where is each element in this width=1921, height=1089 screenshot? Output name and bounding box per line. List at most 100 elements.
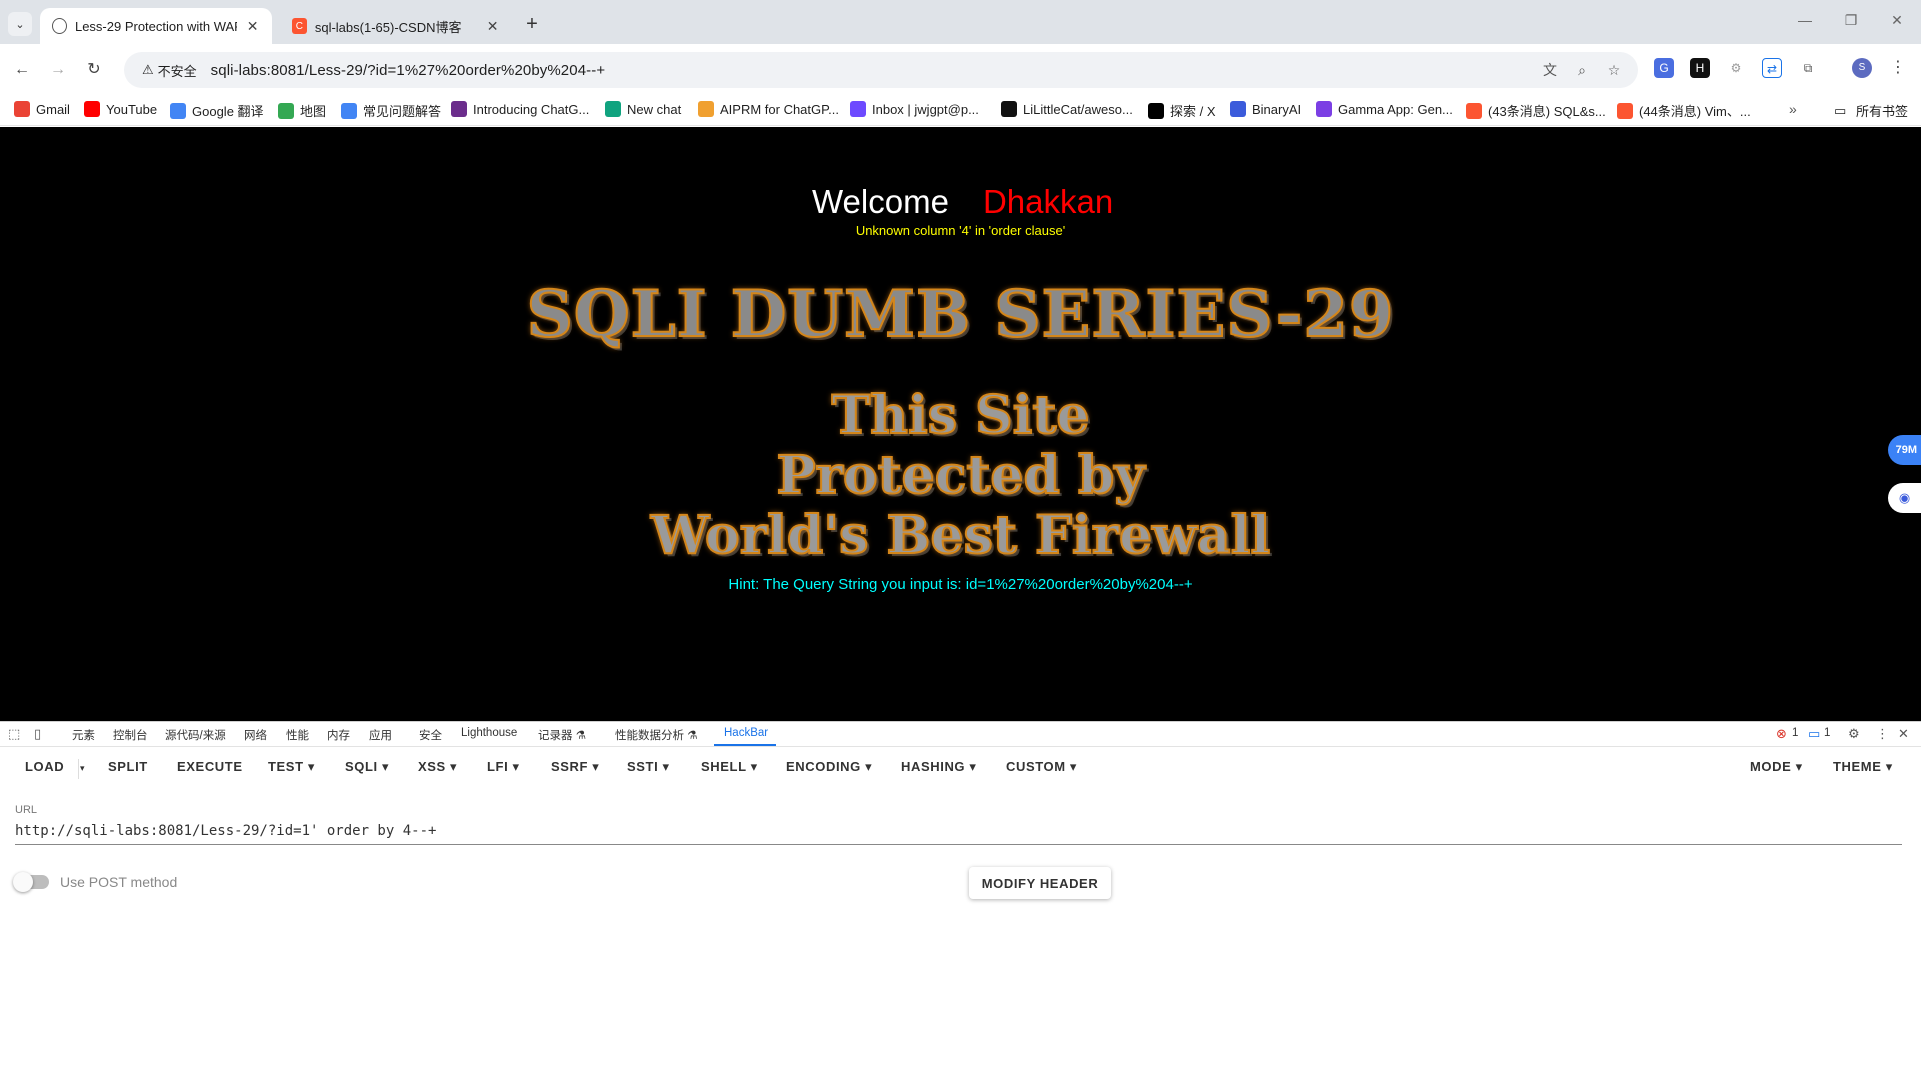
settings-gear-icon[interactable]: ⚙ (1848, 726, 1860, 742)
window-close-icon[interactable]: ✕ (1882, 12, 1912, 29)
close-icon[interactable]: ✕ (245, 18, 260, 35)
hackbar-menu-ssti[interactable]: SSTI ▾ (627, 759, 670, 775)
hackbar-menu-sqli[interactable]: SQLI ▾ (345, 759, 389, 775)
bookmark-item[interactable]: Gamma App: Gen... (1316, 101, 1453, 117)
github-icon (1001, 101, 1017, 117)
hackbar-menu-split[interactable]: SPLIT (108, 759, 148, 774)
hackbar-menu-ssrf[interactable]: SSRF ▾ (551, 759, 599, 775)
tab-csdn[interactable]: C sql-labs(1-65)-CSDN博客 ✕ (280, 8, 512, 44)
devtools-tab[interactable]: 控制台 (113, 727, 148, 743)
firewall-line-3: World's Best Firewall (650, 504, 1271, 567)
devtools-tab[interactable]: 记录器 ⚗ (538, 727, 586, 743)
devtools-tab[interactable]: 应用 (369, 727, 392, 743)
gamma-icon (1316, 101, 1332, 117)
hackbar-menu-load[interactable]: LOAD (25, 759, 64, 774)
devtools-close-icon[interactable]: ✕ (1898, 726, 1909, 742)
inspect-element-icon[interactable]: ⬚ (8, 726, 20, 742)
chevron-down-icon: ⌄ (15, 18, 25, 31)
bookmark-item[interactable]: Gmail (14, 101, 70, 117)
hackbar-menu-hashing[interactable]: HASHING ▾ (901, 759, 977, 775)
sync-extension-icon[interactable]: ⇄ (1762, 58, 1782, 78)
bookmark-item[interactable]: AIPRM for ChatGP... (698, 101, 839, 117)
theme-menu[interactable]: THEME ▾ (1833, 759, 1893, 775)
minimize-icon[interactable]: — (1790, 12, 1820, 28)
bookmark-item[interactable]: Introducing ChatG... (451, 101, 589, 117)
modify-header-button[interactable]: MODIFY HEADER (969, 867, 1111, 899)
post-method-toggle[interactable] (13, 872, 49, 892)
bookmark-label: Google 翻译 (192, 104, 264, 119)
bookmark-item[interactable]: Inbox | jwjgpt@p... (850, 101, 979, 117)
security-chip[interactable]: ⚠ 不安全 (134, 57, 205, 83)
bookmark-item[interactable]: 地图 (278, 101, 326, 120)
devtools-tab[interactable]: 性能数据分析 ⚗ (615, 727, 698, 743)
bookmark-item[interactable]: 常见问题解答 (341, 101, 441, 120)
tab-search-button[interactable]: ⌄ (8, 12, 32, 36)
hackbar-menu-lfi[interactable]: LFI ▾ (487, 759, 520, 775)
x-icon (1148, 102, 1164, 119)
bookmark-item[interactable]: BinaryAI (1230, 101, 1301, 117)
bookmark-label: Introducing ChatG... (473, 101, 590, 117)
load-dropdown-icon[interactable]: ▾ (80, 763, 85, 774)
devtools-tab[interactable]: 元素 (72, 727, 95, 743)
mode-menu[interactable]: MODE ▾ (1750, 759, 1803, 775)
translate-icon (170, 102, 186, 119)
side-assistant-icon[interactable]: ◉ (1888, 483, 1921, 513)
devtools-tab[interactable]: 内存 (327, 727, 350, 743)
restore-icon[interactable]: ❐ (1836, 12, 1866, 29)
extension-icon[interactable]: ⚙ (1726, 58, 1746, 78)
message-icon[interactable]: ▭ (1808, 726, 1820, 742)
hackbar-menu-execute[interactable]: EXECUTE (177, 759, 243, 774)
bookmark-item[interactable]: New chat (605, 101, 681, 117)
doc-icon (341, 102, 357, 119)
close-icon[interactable]: ✕ (485, 18, 500, 35)
device-toggle-icon[interactable]: ▯ (34, 726, 41, 742)
back-icon[interactable]: ← (10, 58, 34, 82)
message-count[interactable]: 1 (1824, 727, 1830, 739)
new-tab-button[interactable]: + (520, 14, 544, 34)
bookmarks-overflow-icon[interactable]: » (1789, 101, 1797, 117)
hackbar-menu-encoding[interactable]: ENCODING ▾ (786, 759, 872, 775)
bookmark-label: BinaryAI (1252, 101, 1302, 117)
translate-extension-icon[interactable]: G (1654, 58, 1674, 78)
series-title-image: SQLI DUMB SERIES-29 (526, 276, 1395, 353)
url-textarea[interactable]: http://sqli-labs:8081/Less-29/?id=1' ord… (15, 821, 1902, 845)
zoom-icon[interactable]: ⌕ (1572, 60, 1592, 80)
hackbar-menu-xss[interactable]: XSS ▾ (418, 759, 457, 775)
devtools-tab[interactable]: 源代码/来源 (165, 727, 226, 743)
bookmark-label: 探索 / X (1170, 104, 1216, 119)
hackbar-menu-test[interactable]: TEST ▾ (268, 759, 315, 775)
tab-less29[interactable]: Less-29 Protection with WAF ✕ (40, 8, 272, 44)
error-icon[interactable]: ⊗ (1776, 726, 1787, 742)
hackbar-extension-icon[interactable]: H (1690, 58, 1710, 78)
bookmark-item[interactable]: (44条消息) Vim、... (1617, 101, 1751, 120)
devtools-tab[interactable]: 性能 (286, 727, 309, 743)
menu-kebab-icon[interactable]: ⋮ (1888, 58, 1908, 78)
folder-icon: ▭ (1834, 102, 1847, 118)
devtools-tab[interactable]: 网络 (244, 727, 267, 743)
error-count[interactable]: 1 (1792, 727, 1798, 739)
bookmark-label: YouTube (106, 101, 158, 117)
bookmark-item[interactable]: 探索 / X (1148, 101, 1216, 120)
side-memory-badge[interactable]: 79M (1888, 435, 1921, 465)
devtools-tab[interactable]: Lighthouse (461, 727, 517, 739)
url-text[interactable]: sqli-labs:8081/Less-29/?id=1%27%20order%… (211, 62, 606, 79)
address-bar[interactable]: ⚠ 不安全 sqli-labs:8081/Less-29/?id=1%27%20… (124, 52, 1638, 88)
hackbar-menu-custom[interactable]: CUSTOM ▾ (1006, 759, 1077, 775)
bookmark-item[interactable]: YouTube (84, 101, 157, 117)
devtools-menu-icon[interactable]: ⋮ (1876, 726, 1889, 742)
bookmark-item[interactable]: (43条消息) SQL&s... (1466, 101, 1606, 120)
puzzle-icon[interactable]: ⧉ (1798, 58, 1818, 78)
forward-icon[interactable]: → (46, 58, 70, 82)
devtools-tab[interactable]: 安全 (419, 727, 442, 743)
bookmark-item[interactable]: LiLittleCat/aweso... (1001, 101, 1133, 117)
devtools-tab[interactable]: HackBar (724, 727, 768, 739)
bookmark-star-icon[interactable]: ☆ (1604, 60, 1624, 80)
profile-avatar[interactable]: S (1852, 58, 1872, 78)
translate-icon[interactable]: 文 (1540, 60, 1560, 80)
hackbar-menu-shell[interactable]: SHELL ▾ (701, 759, 758, 775)
all-bookmarks[interactable]: ▭ 所有书签 (1834, 101, 1908, 120)
reload-icon[interactable]: ↻ (82, 58, 106, 82)
bookmark-item[interactable]: Google 翻译 (170, 101, 264, 120)
tab-strip: ⌄ Less-29 Protection with WAF ✕ C sql-la… (0, 0, 1921, 44)
csdn-icon (1617, 102, 1633, 119)
